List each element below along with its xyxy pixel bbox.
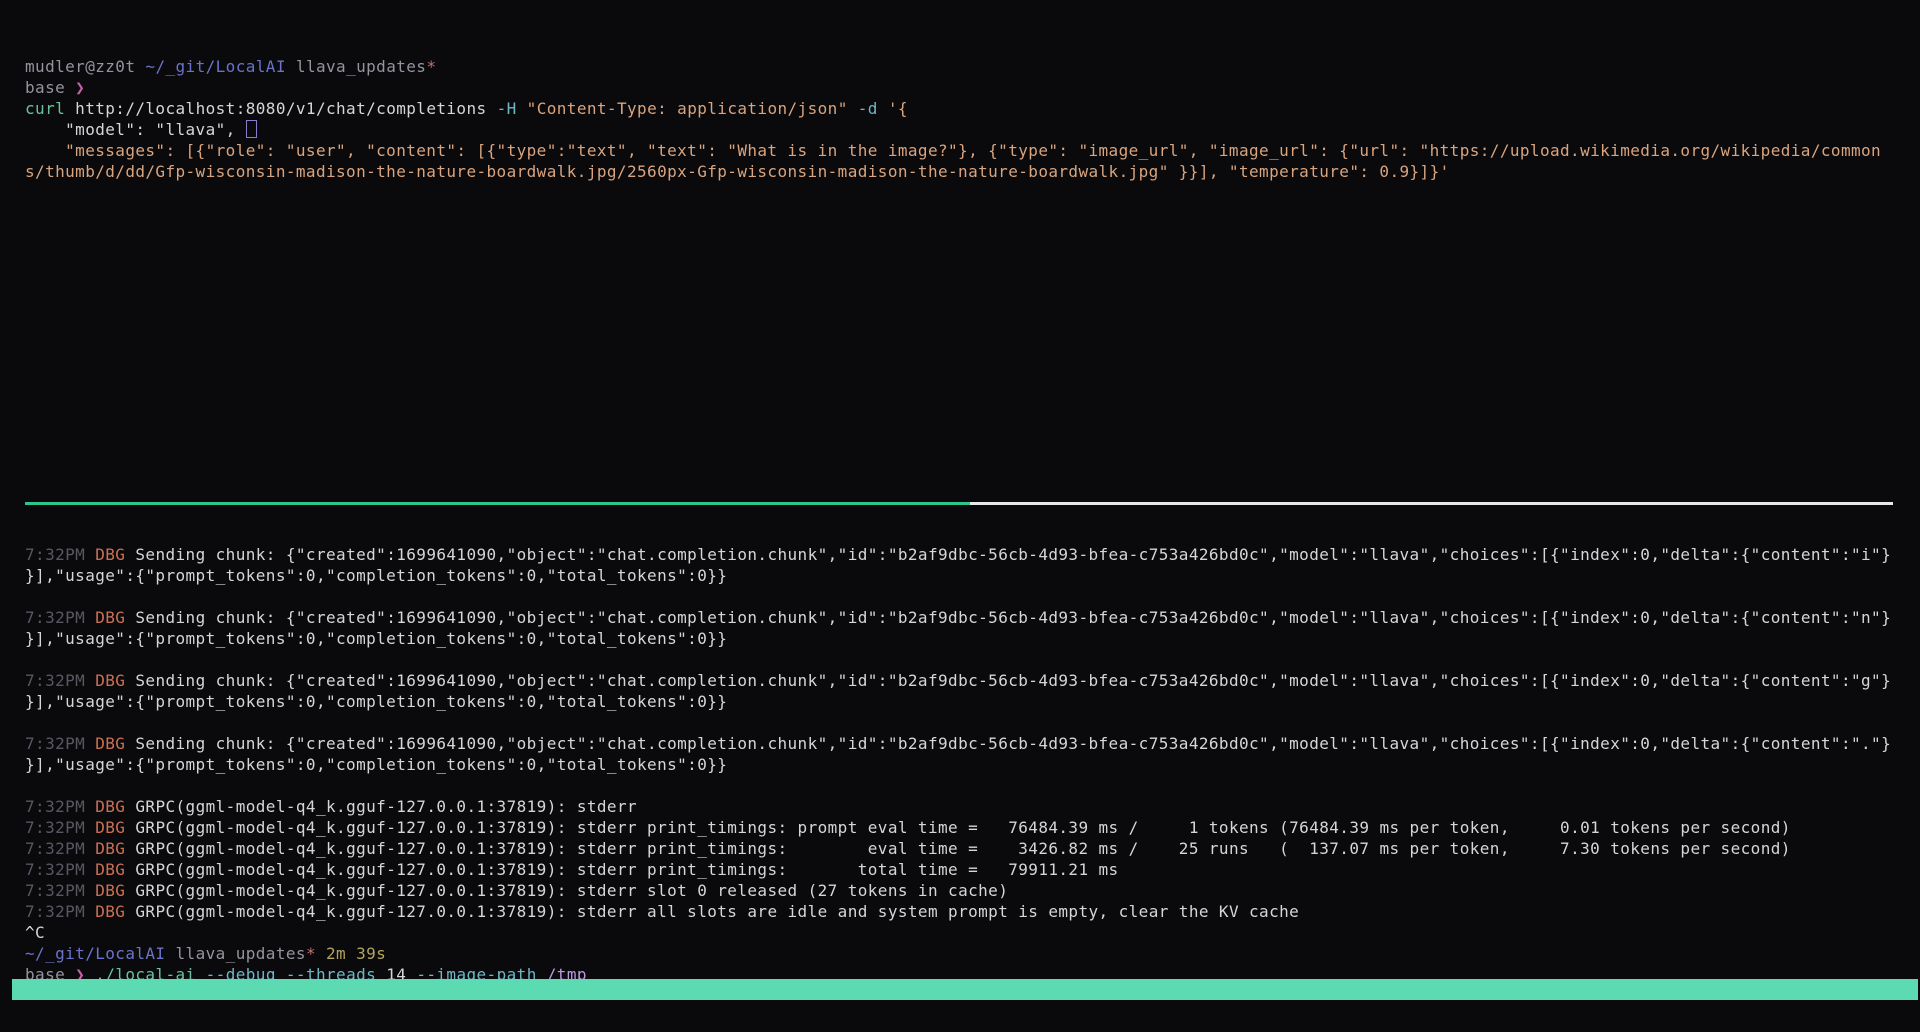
terminal-text-segment: }],"usage":{"prompt_tokens":0,"completio…: [25, 566, 727, 585]
terminal-line: 7:32PM DBG GRPC(ggml-model-q4_k.gguf-127…: [25, 796, 1920, 817]
terminal-text-segment: *: [306, 944, 316, 963]
terminal-output-top: mudler@zz0t ~/_git/LocalAI llava_updates…: [25, 56, 1920, 182]
terminal-line: 7:32PM DBG GRPC(ggml-model-q4_k.gguf-127…: [25, 817, 1920, 838]
terminal-text-segment: 7:32PM: [25, 839, 95, 858]
terminal-cursor: [246, 120, 257, 138]
terminal-text-segment: GRPC(ggml-model-q4_k.gguf-127.0.0.1:3781…: [135, 860, 1118, 879]
terminal-text-segment: 7:32PM: [25, 608, 95, 627]
terminal-text-segment: DBG: [95, 608, 135, 627]
terminal-line: [25, 775, 1920, 796]
terminal-text-segment: -d: [858, 99, 888, 118]
terminal-text-segment: GRPC(ggml-model-q4_k.gguf-127.0.0.1:3781…: [135, 881, 1008, 900]
terminal-text-segment: 7:32PM: [25, 860, 95, 879]
terminal-text-segment: 7:32PM: [25, 797, 95, 816]
terminal-text-segment: DBG: [95, 797, 135, 816]
terminal-text-segment: "messages": [{"role": "user", "content":…: [25, 141, 1881, 160]
terminal-text-segment: GRPC(ggml-model-q4_k.gguf-127.0.0.1:3781…: [135, 797, 637, 816]
terminal-line: }],"usage":{"prompt_tokens":0,"completio…: [25, 628, 1920, 649]
terminal-text-segment: 2m 39s: [316, 944, 386, 963]
terminal-text-segment: }],"usage":{"prompt_tokens":0,"completio…: [25, 692, 727, 711]
terminal-line: base ❯: [25, 77, 1920, 98]
terminal-line: ~/_git/LocalAI llava_updates* 2m 39s: [25, 943, 1920, 964]
terminal-text-segment: GRPC(ggml-model-q4_k.gguf-127.0.0.1:3781…: [135, 818, 1790, 837]
terminal-line: [25, 649, 1920, 670]
tmux-status-bar[interactable]: [0] <0:zsh 21:zsh 22:zsh 23:zsh 24:zsh 2…: [12, 979, 1918, 1000]
terminal-text-segment: Sending chunk: {"created":1699641090,"ob…: [135, 545, 1891, 564]
terminal-line: [25, 712, 1920, 733]
terminal-line: 7:32PM DBG Sending chunk: {"created":169…: [25, 607, 1920, 628]
terminal-text-segment: DBG: [95, 671, 135, 690]
terminal-text-segment: DBG: [95, 902, 135, 921]
separator-line-right: [970, 502, 1893, 505]
terminal-text-segment: ~/_git/LocalAI: [145, 57, 285, 76]
terminal-text-segment: base: [25, 78, 75, 97]
terminal-text-segment: Sending chunk: {"created":1699641090,"ob…: [135, 608, 1891, 627]
terminal-line: [25, 586, 1920, 607]
terminal-text-segment: DBG: [95, 839, 135, 858]
terminal-text-segment: DBG: [95, 881, 135, 900]
separator-line-left: [25, 502, 970, 505]
terminal-text-segment: -H: [497, 99, 527, 118]
terminal-text-segment: Sending chunk: {"created":1699641090,"ob…: [135, 734, 1891, 753]
terminal-text-segment: 7:32PM: [25, 734, 95, 753]
terminal-line: }],"usage":{"prompt_tokens":0,"completio…: [25, 565, 1920, 586]
terminal-text-segment: '{: [888, 99, 908, 118]
terminal-line: ^C: [25, 922, 1920, 943]
terminal-line: }],"usage":{"prompt_tokens":0,"completio…: [25, 691, 1920, 712]
terminal-text-segment: "model": "llava",: [25, 120, 246, 139]
terminal-line: 7:32PM DBG Sending chunk: {"created":169…: [25, 733, 1920, 754]
terminal-text-segment: "Content-Type: application/json": [527, 99, 858, 118]
terminal-text-segment: 7:32PM: [25, 671, 95, 690]
terminal-text-segment: llava_updates: [165, 944, 305, 963]
terminal-text-segment: }],"usage":{"prompt_tokens":0,"completio…: [25, 755, 727, 774]
terminal-line: 7:32PM DBG Sending chunk: {"created":169…: [25, 670, 1920, 691]
terminal-line: mudler@zz0t ~/_git/LocalAI llava_updates…: [25, 56, 1920, 77]
terminal-text-segment: 7:32PM: [25, 881, 95, 900]
terminal-line: 7:32PM DBG GRPC(ggml-model-q4_k.gguf-127…: [25, 859, 1920, 880]
terminal-text-segment: 7:32PM: [25, 902, 95, 921]
terminal-line: 7:32PM DBG Sending chunk: {"created":169…: [25, 544, 1920, 565]
terminal-text-segment: Sending chunk: {"created":1699641090,"ob…: [135, 671, 1891, 690]
terminal-text-segment: s/thumb/d/dd/Gfp-wisconsin-madison-the-n…: [25, 162, 1450, 181]
terminal-text-segment: 7:32PM: [25, 545, 95, 564]
terminal-line: 7:32PM DBG GRPC(ggml-model-q4_k.gguf-127…: [25, 901, 1920, 922]
terminal-text-segment: *: [426, 57, 436, 76]
terminal-line: curl http://localhost:8080/v1/chat/compl…: [25, 98, 1920, 119]
terminal-text-segment: ❯: [75, 78, 85, 97]
terminal-text-segment: DBG: [95, 545, 135, 564]
terminal-text-segment: GRPC(ggml-model-q4_k.gguf-127.0.0.1:3781…: [135, 902, 1299, 921]
terminal-text-segment: 7:32PM: [25, 818, 95, 837]
terminal-text-segment: DBG: [95, 734, 135, 753]
terminal-output-log: 7:32PM DBG Sending chunk: {"created":169…: [25, 544, 1920, 985]
terminal-text-segment: DBG: [95, 818, 135, 837]
terminal-line: "model": "llava",: [25, 119, 1920, 140]
terminal-text-segment: mudler@zz0t: [25, 57, 145, 76]
terminal-line: }],"usage":{"prompt_tokens":0,"completio…: [25, 754, 1920, 775]
terminal-line: 7:32PM DBG GRPC(ggml-model-q4_k.gguf-127…: [25, 838, 1920, 859]
terminal-text-segment: llava_updates: [286, 57, 426, 76]
terminal-text-segment: http://localhost:8080/v1/chat/completion…: [75, 99, 496, 118]
terminal-text-segment: ~/_git/LocalAI: [25, 944, 165, 963]
terminal-window: mudler@zz0t ~/_git/LocalAI llava_updates…: [0, 0, 1920, 1032]
terminal-text-segment: curl: [25, 99, 75, 118]
terminal-text-segment: GRPC(ggml-model-q4_k.gguf-127.0.0.1:3781…: [135, 839, 1790, 858]
terminal-line: 7:32PM DBG GRPC(ggml-model-q4_k.gguf-127…: [25, 880, 1920, 901]
terminal-text-segment: ^C: [25, 923, 45, 942]
terminal-text-segment: DBG: [95, 860, 135, 879]
terminal-text-segment: }],"usage":{"prompt_tokens":0,"completio…: [25, 629, 727, 648]
terminal-line: s/thumb/d/dd/Gfp-wisconsin-madison-the-n…: [25, 161, 1920, 182]
terminal-line: "messages": [{"role": "user", "content":…: [25, 140, 1920, 161]
